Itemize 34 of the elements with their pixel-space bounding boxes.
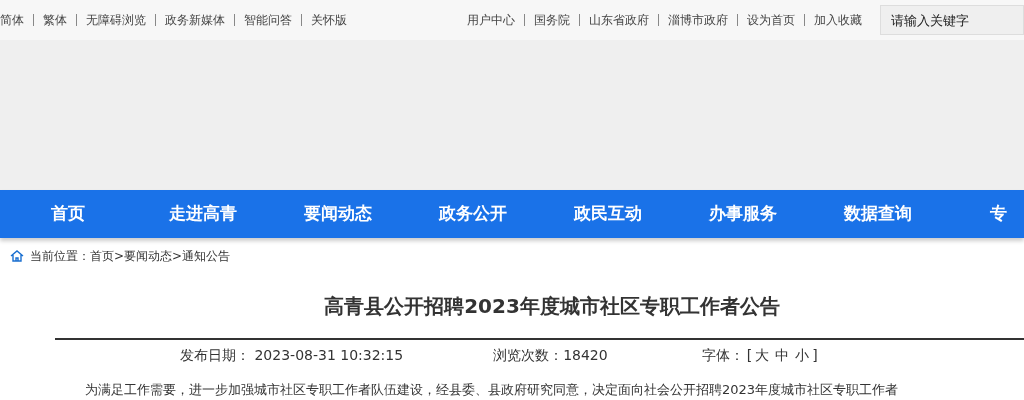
bracket-text: ] bbox=[812, 345, 818, 365]
top-link[interactable]: 政务新媒体 bbox=[165, 11, 225, 29]
top-link[interactable]: 繁体 bbox=[43, 11, 67, 29]
top-link[interactable]: 国务院 bbox=[534, 11, 570, 29]
breadcrumb-path[interactable]: 首页>要闻动态>通知公告 bbox=[90, 247, 231, 265]
top-link[interactable]: 无障碍浏览 bbox=[86, 11, 146, 29]
top-link[interactable]: 淄博市政府 bbox=[668, 11, 728, 29]
top-link[interactable]: 设为首页 bbox=[747, 11, 795, 29]
publish-date: 发布日期： 2023-08-31 10:32:15 bbox=[180, 345, 404, 365]
top-link[interactable]: 关怀版 bbox=[311, 11, 347, 29]
font-size-link[interactable]: 中 bbox=[775, 344, 790, 366]
search-field[interactable]: 请输入关键字 bbox=[880, 5, 1024, 35]
breadcrumb-label: 当前位置： bbox=[30, 248, 90, 265]
bracket-text: [ bbox=[746, 345, 753, 365]
font-size-link[interactable]: 小 bbox=[795, 344, 810, 366]
nav-item[interactable]: 首页 bbox=[0, 201, 135, 227]
nav-item[interactable]: 政务公开 bbox=[405, 201, 540, 227]
top-link[interactable]: 用户中心 bbox=[467, 11, 515, 29]
top-link[interactable]: 加入收藏 bbox=[814, 11, 862, 29]
nav-item[interactable]: 数据查询 bbox=[810, 201, 945, 227]
font-size-label: 字体： bbox=[701, 345, 744, 365]
nav-item[interactable]: 走进高青 bbox=[135, 201, 270, 227]
top-link[interactable]: 智能问答 bbox=[244, 11, 292, 29]
nav-item[interactable]: 专 bbox=[990, 201, 1007, 227]
nav-item[interactable]: 要闻动态 bbox=[270, 201, 405, 227]
top-link[interactable]: 山东省政府 bbox=[589, 11, 649, 29]
nav-item[interactable]: 办事服务 bbox=[675, 201, 810, 227]
home-icon bbox=[10, 250, 24, 262]
top-link[interactable]: 简体 bbox=[0, 11, 24, 29]
nav-item[interactable]: 政民互动 bbox=[540, 201, 675, 227]
article-title: 高青县公开招聘2023年度城市社区专职工作者公告 bbox=[324, 293, 780, 320]
view-count: 浏览次数：18420 bbox=[493, 345, 608, 365]
font-size-link[interactable]: 大 bbox=[755, 344, 770, 366]
article-paragraph: 为满足工作需要，进一步加强城市社区专职工作者队伍建设，经县委、县政府研究同意，决定面向社会公开招聘2023年度城市社区专职工作者 bbox=[85, 382, 900, 398]
